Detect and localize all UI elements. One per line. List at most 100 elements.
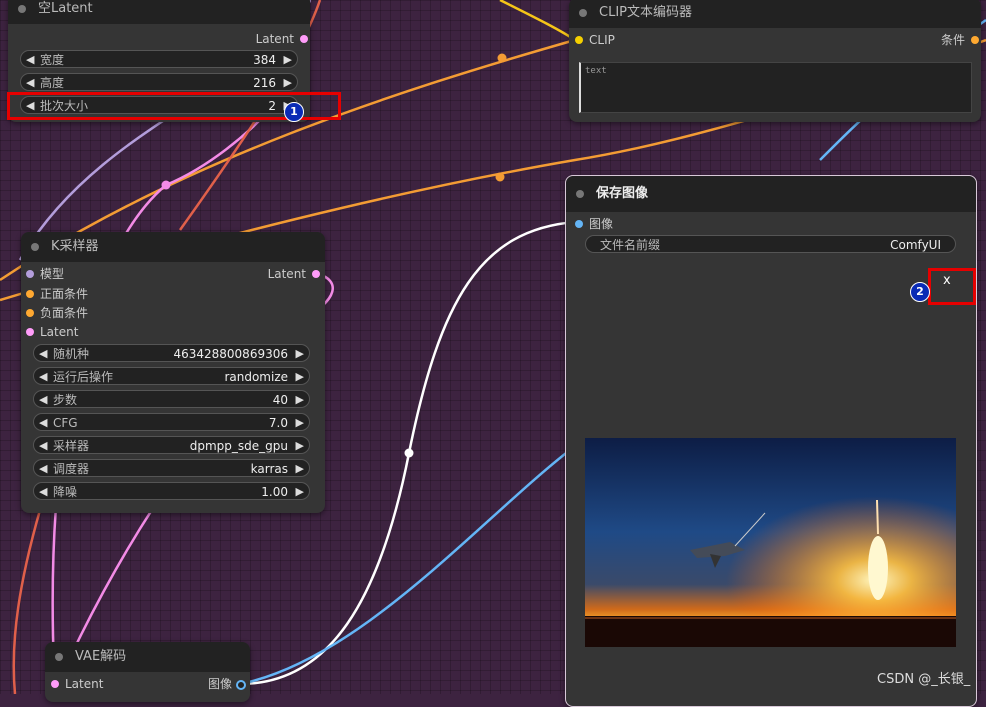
node-title-bar[interactable]: K采样器 xyxy=(21,232,325,262)
input-slot-latent[interactable]: Latent xyxy=(26,323,79,341)
node-title-bar[interactable]: 空Latent xyxy=(8,0,310,24)
slot-label: 条件 xyxy=(940,33,965,47)
slot-label: 正面条件 xyxy=(40,287,89,301)
annotation-marker-1: 1 xyxy=(284,102,304,122)
input-slot-negative[interactable]: 负面条件 xyxy=(26,304,89,322)
slot-dot-icon[interactable] xyxy=(236,680,246,690)
collapse-dot-icon[interactable] xyxy=(18,5,26,13)
decrement-arrow-icon[interactable]: ◀ xyxy=(39,414,47,432)
watermark: CSDN @_长银_ xyxy=(877,672,971,687)
output-slot-conditioning[interactable]: 条件 xyxy=(940,31,979,49)
filename-prefix-widget[interactable]: 文件名前缀 ComfyUI xyxy=(585,235,956,253)
widget-label: 高度 xyxy=(40,76,65,90)
node-title-bar[interactable]: CLIP文本编码器 xyxy=(569,0,981,28)
decrement-arrow-icon[interactable]: ◀ xyxy=(39,483,47,501)
collapse-dot-icon[interactable] xyxy=(576,190,584,198)
widget-label: 随机种 xyxy=(53,347,90,361)
cfg-widget[interactable]: ◀ CFG 7.0 ▶ xyxy=(33,413,310,431)
slot-label: 图像 xyxy=(589,217,614,231)
slot-label: Latent xyxy=(40,325,79,339)
decrement-arrow-icon[interactable]: ◀ xyxy=(39,345,47,363)
collapse-dot-icon[interactable] xyxy=(55,653,63,661)
increment-arrow-icon[interactable]: ▶ xyxy=(296,414,304,432)
seed-widget[interactable]: ◀ 随机种 463428800869306 ▶ xyxy=(33,344,310,362)
widget-value: 384 xyxy=(253,53,276,67)
steps-widget[interactable]: ◀ 步数 40 ▶ xyxy=(33,390,310,408)
increment-arrow-icon[interactable]: ▶ xyxy=(296,368,304,386)
wire-reroute-dot[interactable] xyxy=(497,53,507,63)
widget-value: 216 xyxy=(253,76,276,90)
slot-label: 负面条件 xyxy=(40,306,89,320)
decrement-arrow-icon[interactable]: ◀ xyxy=(26,51,34,69)
decrement-arrow-icon[interactable]: ◀ xyxy=(39,391,47,409)
decrement-arrow-icon[interactable]: ◀ xyxy=(26,74,34,92)
annotation-marker-2: 2 xyxy=(910,282,930,302)
increment-arrow-icon[interactable]: ▶ xyxy=(296,437,304,455)
decrement-arrow-icon[interactable]: ◀ xyxy=(39,368,47,386)
ksampler-node[interactable]: K采样器 模型 正面条件 负面条件 Latent Latent ◀ 随机种 46… xyxy=(21,232,325,513)
slot-dot-icon[interactable] xyxy=(575,220,583,228)
preview-image[interactable] xyxy=(585,438,956,647)
wire-reroute-dot[interactable] xyxy=(404,448,414,458)
height-widget[interactable]: ◀ 高度 216 ▶ xyxy=(20,73,298,91)
save-image-node[interactable]: 保存图像 图像 文件名前缀 ComfyUI xyxy=(565,175,977,707)
input-slot-positive[interactable]: 正面条件 xyxy=(26,285,89,303)
slot-dot-icon[interactable] xyxy=(51,680,59,688)
decrement-arrow-icon[interactable]: ◀ xyxy=(39,437,47,455)
decrement-arrow-icon[interactable]: ◀ xyxy=(39,460,47,478)
vae-decode-node[interactable]: VAE解码 Latent 图像 xyxy=(45,642,250,702)
slot-dot-icon[interactable] xyxy=(26,328,34,336)
wire-reroute-dot[interactable] xyxy=(495,172,505,182)
widget-label: 步数 xyxy=(53,393,78,407)
increment-arrow-icon[interactable]: ▶ xyxy=(284,74,292,92)
widget-value: 463428800869306 xyxy=(173,347,288,361)
input-slot-latent[interactable]: Latent xyxy=(51,675,104,693)
increment-arrow-icon[interactable]: ▶ xyxy=(296,345,304,363)
close-x-button[interactable]: x xyxy=(943,273,951,288)
wire-reroute-dot[interactable] xyxy=(161,180,171,190)
widget-label: 采样器 xyxy=(53,439,90,453)
output-slot-image[interactable]: 图像 xyxy=(207,675,246,693)
slot-dot-icon[interactable] xyxy=(26,270,34,278)
node-title: K采样器 xyxy=(51,239,99,254)
widget-label: CFG xyxy=(53,416,78,430)
output-slot-latent[interactable]: Latent xyxy=(255,30,308,48)
widget-value: karras xyxy=(250,462,288,476)
slot-dot-icon[interactable] xyxy=(26,309,34,317)
denoise-widget[interactable]: ◀ 降噪 1.00 ▶ xyxy=(33,482,310,500)
node-title-bar[interactable]: VAE解码 xyxy=(45,642,250,672)
collapse-dot-icon[interactable] xyxy=(579,9,587,17)
clip-text-encoder-node[interactable]: CLIP文本编码器 CLIP 条件 text xyxy=(569,0,981,122)
width-widget[interactable]: ◀ 宽度 384 ▶ xyxy=(20,50,298,68)
collapse-dot-icon[interactable] xyxy=(31,243,39,251)
increment-arrow-icon[interactable]: ▶ xyxy=(296,483,304,501)
input-slot-model[interactable]: 模型 xyxy=(26,265,65,283)
increment-arrow-icon[interactable]: ▶ xyxy=(296,460,304,478)
slot-label: Latent xyxy=(255,32,294,46)
widget-value: randomize xyxy=(224,370,288,384)
input-slot-images[interactable]: 图像 xyxy=(575,215,614,233)
node-title: 空Latent xyxy=(38,1,93,16)
slot-dot-icon[interactable] xyxy=(26,290,34,298)
slot-dot-icon[interactable] xyxy=(575,36,583,44)
slot-dot-icon[interactable] xyxy=(300,35,308,43)
widget-value: 1.00 xyxy=(261,485,288,499)
prompt-textarea[interactable]: text xyxy=(579,62,972,113)
increment-arrow-icon[interactable]: ▶ xyxy=(296,391,304,409)
sampler-widget[interactable]: ◀ 采样器 dpmpp_sde_gpu ▶ xyxy=(33,436,310,454)
output-slot-latent[interactable]: Latent xyxy=(268,265,320,283)
control-after-generate-widget[interactable]: ◀ 运行后操作 randomize ▶ xyxy=(33,367,310,385)
node-title-bar[interactable]: 保存图像 xyxy=(566,176,976,212)
increment-arrow-icon[interactable]: ▶ xyxy=(284,51,292,69)
slot-label: Latent xyxy=(65,677,104,691)
widget-label: 降噪 xyxy=(53,485,78,499)
slot-dot-icon[interactable] xyxy=(971,36,979,44)
highlight-box-close xyxy=(928,268,976,305)
input-slot-clip[interactable]: CLIP xyxy=(575,31,615,49)
slot-label: 图像 xyxy=(207,677,232,691)
scheduler-widget[interactable]: ◀ 调度器 karras ▶ xyxy=(33,459,310,477)
widget-label: 运行后操作 xyxy=(53,370,114,384)
slot-dot-icon[interactable] xyxy=(312,270,320,278)
slot-label: 模型 xyxy=(40,267,65,281)
node-title: VAE解码 xyxy=(75,649,127,664)
